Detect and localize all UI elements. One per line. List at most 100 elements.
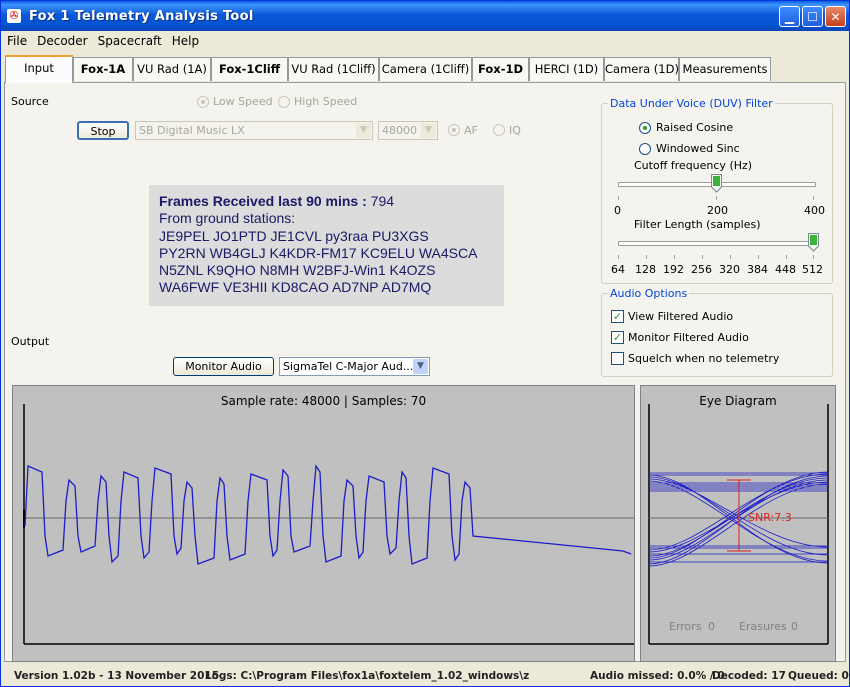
audio-waveform [23, 404, 634, 645]
cutoff-tick-label: 200 [707, 204, 728, 217]
chevron-down-icon: ▼ [413, 359, 428, 374]
tab-herci-1d[interactable]: HERCI (1D) [529, 57, 604, 81]
length-tick-label: 192 [663, 263, 684, 276]
station-line: N5ZNL K9QHO N8MH W2BFJ-Win1 K4OZS [159, 262, 436, 279]
af-radio[interactable] [448, 124, 460, 136]
monitor-filtered-audio-checkbox[interactable]: ✓ [611, 331, 624, 344]
tab-fox-1d[interactable]: Fox-1D [472, 57, 529, 81]
high-speed-label: High Speed [294, 95, 358, 108]
sample-rate-select[interactable]: 48000 ▼ [378, 121, 438, 140]
length-tick [702, 255, 703, 259]
source-device-value: SB Digital Music LX [139, 124, 245, 137]
raised-cosine-radio[interactable] [639, 122, 651, 134]
station-line: WA6FWF VE3HII KD8CAO AD7NP AD7MQ [159, 279, 432, 296]
window-title: Fox 1 Telemetry Analysis Tool [29, 9, 254, 24]
length-tick [786, 255, 787, 259]
maximize-button[interactable]: ☐ [802, 6, 823, 27]
snr-value: SNR:7.3 [748, 511, 792, 524]
app-window: ✇ Fox 1 Telemetry Analysis Tool ▁ ☐ ✕ Fi… [0, 0, 850, 687]
cutoff-tick-label: 0 [614, 204, 621, 217]
squelch-checkbox[interactable] [611, 352, 624, 365]
menu-help[interactable]: Help [167, 31, 204, 48]
decoded-count: Decoded: 17 [712, 670, 786, 682]
length-tick [674, 255, 675, 259]
minimize-button[interactable]: ▁ [779, 6, 800, 27]
tab-input[interactable]: Input [5, 55, 73, 83]
tab-fox-1a[interactable]: Fox-1A [73, 57, 133, 81]
errors-value: 0 [708, 620, 715, 633]
iq-label: IQ [509, 124, 521, 137]
audio-missed: Audio missed: 0.0% / 0 [590, 670, 725, 682]
chevron-down-icon: ▼ [356, 123, 371, 138]
tab-camera-1cliff[interactable]: Camera (1Cliff) [379, 57, 472, 81]
logs-path: Logs: C:\Program Files\fox1a\foxtelem_1.… [205, 670, 530, 682]
tab-vu-rad-1cliff[interactable]: VU Rad (1Cliff) [288, 57, 379, 81]
title-bar[interactable]: ✇ Fox 1 Telemetry Analysis Tool ▁ ☐ ✕ [1, 1, 849, 31]
frames-header-line: Frames Received last 90 mins : 794 [149, 185, 504, 210]
low-speed-label: Low Speed [213, 95, 273, 108]
length-slider-thumb[interactable] [808, 233, 819, 252]
app-icon: ✇ [7, 9, 21, 23]
af-label: AF [464, 124, 478, 137]
low-speed-radio[interactable] [197, 96, 209, 108]
output-label: Output [11, 335, 50, 348]
length-tick-label: 128 [635, 263, 656, 276]
stop-button[interactable]: Stop [77, 121, 129, 140]
cutoff-slider-thumb[interactable] [711, 174, 722, 193]
tab-measurements[interactable]: Measurements [679, 57, 771, 81]
frames-header: Frames Received last 90 mins : [159, 193, 371, 209]
version-text: Version 1.02b - 13 November 2015 [14, 670, 220, 682]
station-line: PY2RN WB4GLJ K4KDR-FM17 KC9ELU WA4SCA [159, 244, 478, 261]
squelch-label: Squelch when no telemetry [628, 352, 780, 365]
output-device-value: SigmaTel C-Major Aud... [283, 360, 414, 373]
frames-count: 794 [370, 193, 395, 209]
source-label: Source [11, 95, 49, 108]
length-tick-label: 384 [747, 263, 768, 276]
cutoff-tick [716, 196, 717, 200]
close-button[interactable]: ✕ [825, 6, 846, 27]
audio-scope-panel: Sample rate: 48000 | Samples: 70 [12, 385, 635, 662]
frames-received-box: Frames Received last 90 mins : 794 From … [149, 185, 504, 306]
erasures-value: 0 [791, 620, 798, 633]
cutoff-tick [618, 196, 619, 200]
errors-label: Errors [669, 620, 702, 633]
menu-file[interactable]: File [2, 31, 32, 48]
length-tick [730, 255, 731, 259]
tab-camera-1d[interactable]: Camera (1D) [604, 57, 679, 81]
high-speed-radio[interactable] [278, 96, 290, 108]
length-tick [618, 255, 619, 259]
cutoff-tick-label: 400 [804, 204, 825, 217]
length-tick [646, 255, 647, 259]
view-filtered-audio-label: View Filtered Audio [628, 310, 734, 323]
status-bar: Version 1.02b - 13 November 2015 Logs: C… [2, 665, 849, 687]
iq-radio[interactable] [493, 124, 505, 136]
menu-spacecraft[interactable]: Spacecraft [93, 31, 167, 48]
menu-decoder[interactable]: Decoder [32, 31, 93, 48]
audio-options-title: Audio Options [610, 287, 688, 300]
length-tick-label: 64 [611, 263, 625, 276]
chevron-down-icon: ▼ [421, 123, 436, 138]
cutoff-label: Cutoff frequency (Hz) [634, 159, 753, 172]
station-line: JE9PEL JO1PTD JE1CVL py3raa PU3XGS [159, 227, 429, 244]
length-tick-label: 448 [775, 263, 796, 276]
filter-length-label: Filter Length (samples) [634, 218, 761, 231]
windowed-sinc-label: Windowed Sinc [656, 142, 740, 155]
sample-rate-value: 48000 [382, 124, 417, 137]
menu-bar: File Decoder Spacecraft Help [2, 31, 848, 51]
length-tick-label: 512 [802, 263, 823, 276]
windowed-sinc-radio[interactable] [639, 143, 651, 155]
tab-vu-rad-1a[interactable]: VU Rad (1A) [133, 57, 211, 81]
stations-label: From ground stations: [159, 210, 296, 227]
monitor-audio-button[interactable]: Monitor Audio [173, 357, 274, 376]
duv-filter-title: Data Under Voice (DUV) Filter [610, 97, 773, 110]
erasures-label: Erasures [739, 620, 787, 633]
queued-count: Queued: 0 [788, 670, 849, 682]
monitor-filtered-audio-label: Monitor Filtered Audio [628, 331, 749, 344]
tab-fox-1cliff[interactable]: Fox-1Cliff [211, 57, 288, 81]
eye-diagram-panel: Eye Diagram SNR:7.3 Errors 0 Erasures 0 [640, 385, 836, 662]
source-device-select[interactable]: SB Digital Music LX ▼ [135, 121, 373, 140]
cutoff-tick [813, 196, 814, 200]
length-slider-track[interactable] [618, 241, 816, 246]
output-device-select[interactable]: SigmaTel C-Major Aud... ▼ [279, 357, 430, 376]
view-filtered-audio-checkbox[interactable]: ✓ [611, 310, 624, 323]
